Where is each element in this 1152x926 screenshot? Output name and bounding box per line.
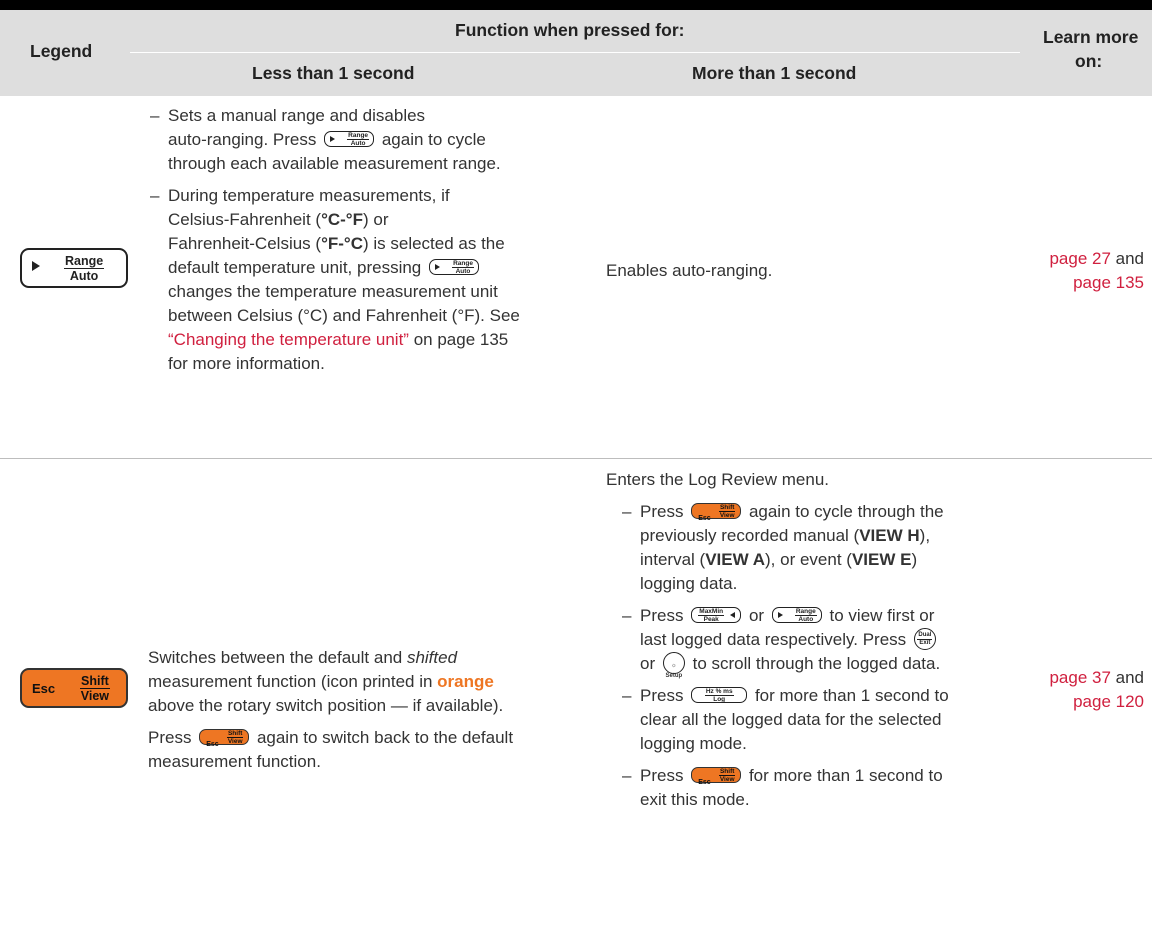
shift-key-top: Shift: [80, 674, 110, 689]
header-learn: Learn more: [1043, 27, 1139, 47]
page-link[interactable]: page 37: [1049, 668, 1110, 687]
header-learn-2: on:: [1075, 51, 1103, 71]
shift-key-bottom: View: [80, 689, 110, 703]
esc-key-icon: Esc Shift View: [691, 767, 742, 786]
row-divider: [0, 458, 1152, 459]
range-auto-key: Range Auto: [20, 248, 128, 288]
row1-learn-cell: page 27 and page 135: [1049, 249, 1144, 292]
header-more: More than 1 second: [692, 63, 857, 83]
row2-less-cell: Switches between the default and shifted…: [148, 648, 514, 771]
range-key-bottom: Auto: [69, 269, 99, 283]
row1-less-cell: Sets a manual range and disables auto-ra…: [148, 104, 593, 376]
esc-key-label: Esc: [32, 681, 56, 696]
range-key-icon: Range Auto: [429, 259, 479, 275]
list-item: Press EscShiftView for more than 1 secon…: [620, 764, 1016, 812]
top-rule: [0, 0, 1152, 10]
range-key-icon: Range Auto: [324, 131, 375, 147]
list-item: Press MaxMinPeak or RangeAuto to view fi…: [620, 604, 1016, 679]
page-link[interactable]: page 27: [1049, 249, 1110, 268]
log-review-intro: Enters the Log Review menu.: [606, 470, 830, 489]
range-auto-label: Range Auto: [64, 254, 105, 283]
range-key-top: Range: [64, 254, 105, 269]
temperature-unit-link[interactable]: “Changing the temperature unit”: [168, 330, 409, 349]
maxmin-key-icon: MaxMin Peak: [691, 607, 742, 623]
page-link[interactable]: page 120: [1073, 692, 1144, 711]
list-item: Press Hz % msLog for more than 1 second …: [620, 684, 1016, 756]
header-function: Function when pressed for:: [455, 20, 685, 40]
list-item: During temperature measurements, if Cels…: [148, 184, 593, 376]
page-link[interactable]: page 135: [1073, 273, 1144, 292]
row2-learn-cell: page 37 and page 120: [1049, 668, 1144, 711]
row2-more-cell: Enters the Log Review menu. Press EscShi…: [606, 468, 1016, 812]
shift-view-label: Shift View: [80, 674, 110, 703]
setup-key-icon: ☼ Setup: [662, 652, 685, 679]
list-item: Press EscShiftView again to cycle throug…: [620, 500, 1016, 596]
range-key-icon: Range Auto: [771, 607, 822, 623]
table-header: Legend Function when pressed for: Less t…: [0, 10, 1152, 96]
row1-more-text: Enables auto-ranging.: [606, 261, 773, 280]
header-legend: Legend: [30, 41, 93, 61]
esc-key-icon: Esc Shift View: [199, 729, 250, 748]
hz-log-key-icon: Hz % ms Log: [691, 687, 748, 703]
esc-shift-view-key: Esc Shift View: [20, 668, 128, 708]
list-item: Sets a manual range and disables auto-ra…: [148, 104, 593, 176]
header-less: Less than 1 second: [252, 63, 415, 83]
esc-key-icon: Esc Shift View: [691, 503, 742, 522]
dual-exit-key-icon: Dual Exit: [913, 628, 936, 650]
header-divider: [130, 52, 1020, 53]
right-arrow-icon: [32, 261, 40, 271]
